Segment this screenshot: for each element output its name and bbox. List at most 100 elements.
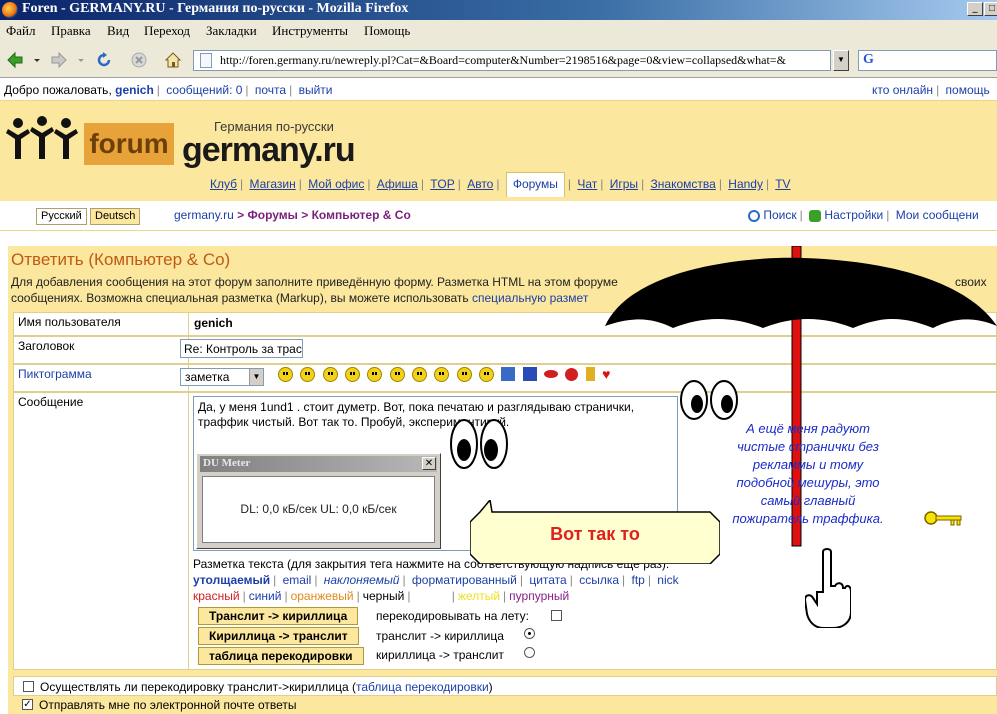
email-checkbox[interactable]: ✓: [22, 699, 33, 710]
lang-ru-button[interactable]: Русский: [36, 208, 87, 225]
smiley-icon[interactable]: [322, 366, 338, 382]
separator: |: [242, 589, 246, 603]
nav-shop[interactable]: Магазин: [249, 177, 295, 191]
nav-afisha[interactable]: Афиша: [377, 177, 418, 191]
cheers-icon[interactable]: [522, 367, 537, 381]
forum-logo[interactable]: forum: [84, 123, 174, 165]
email-row: ✓ Отправлять мне по электронной почте от…: [13, 696, 997, 714]
cyr-to-translit-radio[interactable]: [524, 647, 535, 658]
settings-link[interactable]: Настройки: [824, 208, 883, 222]
address-dropdown-button[interactable]: ▼: [833, 50, 849, 71]
markup-email[interactable]: email: [283, 573, 312, 587]
markup-color-1[interactable]: синий: [249, 589, 282, 603]
markup-color-5[interactable]: желтый: [458, 589, 500, 603]
smiley-icon[interactable]: [300, 366, 316, 382]
minimize-button[interactable]: _: [967, 2, 983, 16]
markup-color-0[interactable]: красный: [193, 589, 240, 603]
search-link[interactable]: Поиск: [763, 208, 796, 222]
my-messages-link[interactable]: Мои сообщени: [896, 208, 979, 222]
smiley-icon[interactable]: [367, 366, 383, 382]
markup-color-6[interactable]: пурпурный: [509, 589, 569, 603]
markup-pre[interactable]: форматированный: [412, 573, 517, 587]
menu-view[interactable]: Вид: [107, 23, 129, 39]
menu-go[interactable]: Переход: [144, 23, 190, 39]
smiley-icon[interactable]: [389, 366, 405, 382]
back-dropdown-icon[interactable]: [32, 51, 42, 69]
icon-select[interactable]: заметка ▼: [180, 368, 264, 386]
search-icon: [748, 209, 760, 222]
close-icon[interactable]: ✕: [422, 457, 436, 470]
mail-link[interactable]: почта: [255, 83, 286, 97]
recode-row: Осуществлять ли перекодировку транслит->…: [13, 676, 997, 696]
smiley-icon[interactable]: [456, 366, 472, 382]
smiley-icon[interactable]: [434, 366, 450, 382]
markup-italic[interactable]: наклоняемый: [324, 573, 400, 587]
nav-auto[interactable]: Авто: [467, 177, 493, 191]
subject-label: Заголовок: [14, 337, 189, 363]
onfly-checkbox[interactable]: [551, 610, 562, 621]
cyrillic-to-translit-button[interactable]: Кириллица -> транслит: [198, 627, 359, 645]
back-icon[interactable]: [6, 51, 24, 69]
recode-table-button[interactable]: таблица перекодировки: [198, 647, 364, 665]
nav-games[interactable]: Игры: [610, 177, 638, 191]
lips-icon[interactable]: [544, 370, 559, 378]
messages-link[interactable]: сообщений: 0: [166, 83, 242, 97]
help-link[interactable]: помощь: [946, 83, 990, 97]
menu-bookmarks[interactable]: Закладки: [206, 23, 257, 39]
smiley-icon[interactable]: [278, 366, 293, 382]
markup-color-2[interactable]: оранжевый: [291, 589, 354, 603]
crumb-site[interactable]: germany.ru: [174, 208, 234, 222]
nav-chat[interactable]: Чат: [577, 177, 597, 191]
menu-help[interactable]: Помощь: [364, 23, 410, 39]
lang-de-button[interactable]: Deutsch: [90, 208, 141, 225]
icon-label[interactable]: Пиктограмма: [14, 365, 189, 391]
crumb-board[interactable]: Компьютер & Co: [312, 208, 411, 222]
crumb-forums[interactable]: Форумы: [248, 208, 298, 222]
flower-icon[interactable]: [565, 367, 579, 381]
site-name[interactable]: germany.ru: [182, 131, 356, 170]
people-logo-icon[interactable]: [6, 115, 78, 165]
nav-club[interactable]: Клуб: [210, 177, 237, 191]
nav-top[interactable]: TOP: [430, 177, 454, 191]
nav-dating[interactable]: Знакомства: [651, 177, 716, 191]
translit-to-cyr-radio[interactable]: [524, 628, 535, 639]
chevron-down-icon: ▼: [249, 369, 263, 385]
who-online-link[interactable]: кто онлайн: [872, 83, 933, 97]
eyes-icon: [450, 419, 508, 469]
menu-tools[interactable]: Инструменты: [272, 23, 348, 39]
nav-office[interactable]: Мой офис: [308, 177, 364, 191]
stop-icon[interactable]: [130, 51, 148, 69]
reload-icon[interactable]: [95, 51, 113, 69]
nav-forums[interactable]: Форумы: [505, 172, 565, 197]
nav-tv[interactable]: TV: [775, 177, 790, 191]
smiley-icon[interactable]: [345, 366, 361, 382]
du-meter-window[interactable]: DU Meter ✕ DL: 0,0 кБ/сек UL: 0,0 кБ/сек: [196, 453, 441, 549]
logout-link[interactable]: выйти: [299, 83, 333, 97]
cup-icon[interactable]: [585, 367, 595, 381]
user-link[interactable]: genich: [115, 83, 154, 97]
subject-input[interactable]: Re: Контроль за трас: [180, 339, 303, 358]
smiley-icon[interactable]: [479, 366, 495, 382]
recode-table-link[interactable]: таблица перекодировки: [356, 680, 489, 694]
home-icon[interactable]: [164, 51, 182, 69]
markup-help-link[interactable]: специальную размет: [472, 291, 588, 305]
address-bar[interactable]: http://foren.germany.ru/newreply.pl?Cat=…: [193, 50, 831, 71]
markup-quote[interactable]: цитата: [529, 573, 566, 587]
forward-dropdown-icon[interactable]: [76, 51, 86, 69]
smiley-icon[interactable]: [412, 366, 428, 382]
menu-file[interactable]: Файл: [6, 23, 36, 39]
menu-edit[interactable]: Правка: [51, 23, 91, 39]
markup-color-3[interactable]: черный: [363, 589, 405, 603]
page-icon: [200, 53, 212, 68]
user-strip: Добро пожаловать, genich | сообщений: 0 | …: [0, 79, 997, 101]
opt-cyr-to-translit-label: кириллица -> транслит: [376, 648, 504, 662]
markup-bold[interactable]: утолщаемый: [193, 573, 270, 587]
markup-color-4[interactable]: белый: [413, 589, 448, 603]
search-box[interactable]: G: [858, 50, 997, 71]
thumbs-up-icon[interactable]: [501, 367, 516, 381]
translit-to-cyrillic-button[interactable]: Транслит -> кириллица: [198, 607, 359, 625]
forward-icon[interactable]: [50, 51, 68, 69]
nav-handy[interactable]: Handy: [728, 177, 763, 191]
recode-checkbox[interactable]: [23, 681, 34, 692]
maximize-button[interactable]: □: [984, 2, 997, 16]
